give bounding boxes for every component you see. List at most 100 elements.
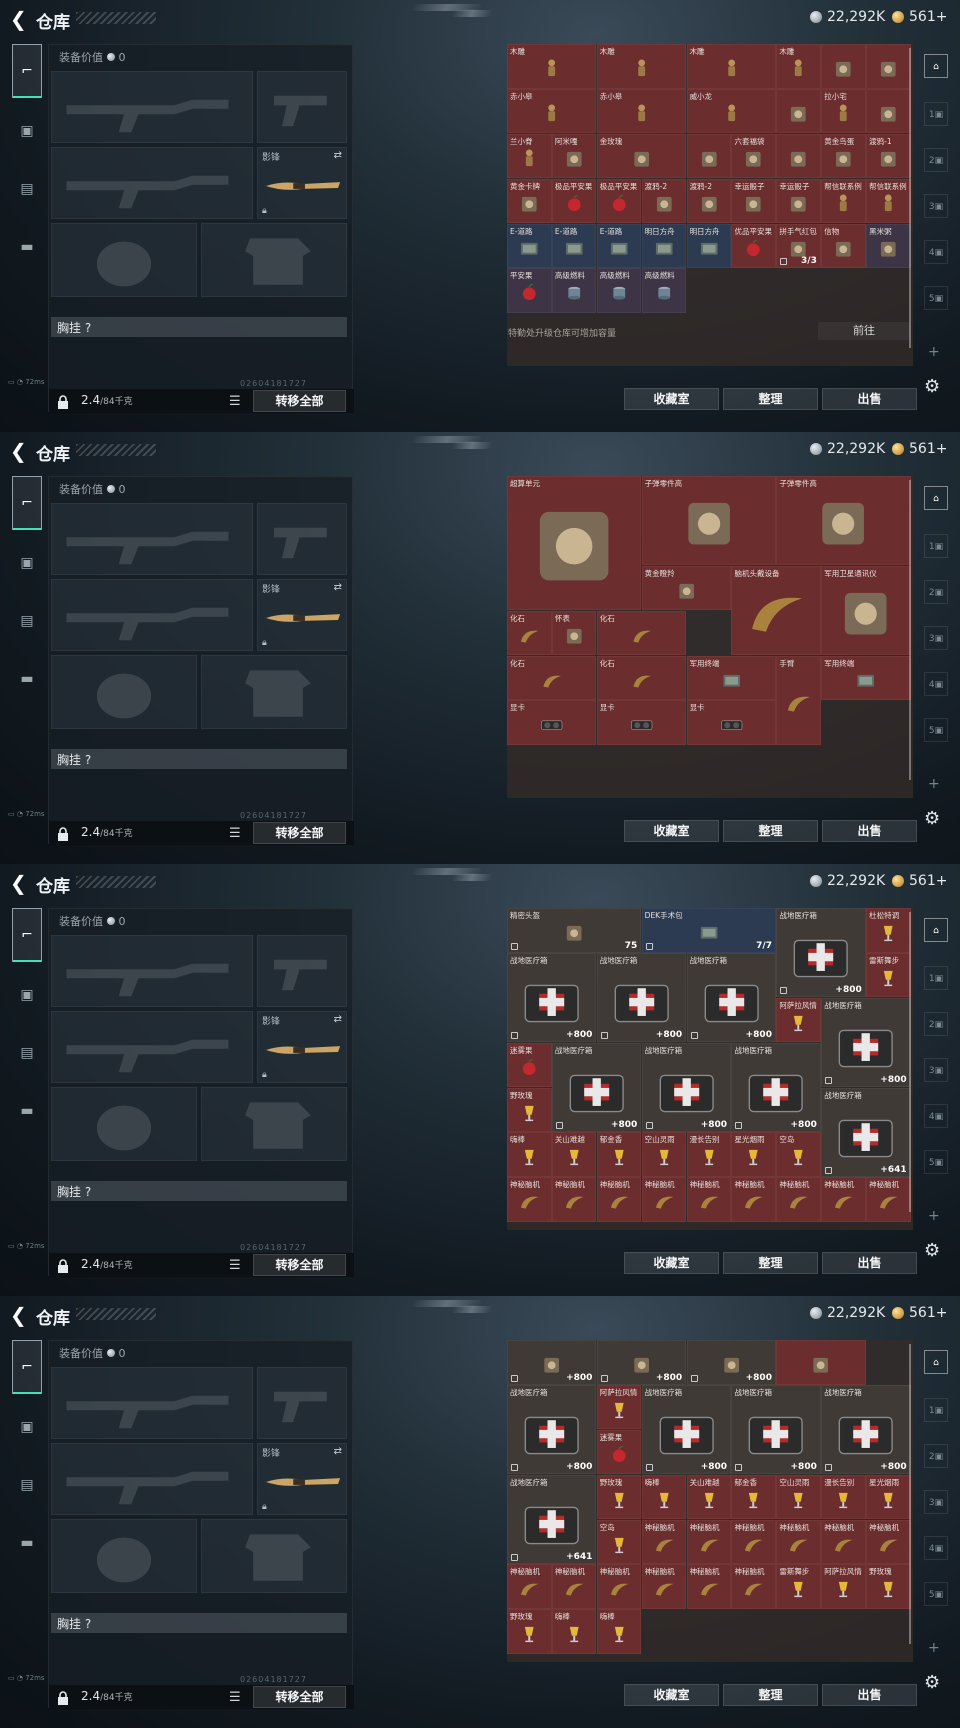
stash-item[interactable]: 神秘脑机	[641, 1519, 687, 1565]
stash-item[interactable]: 神秘脑机	[731, 1564, 776, 1609]
helmet-slot[interactable]	[51, 1087, 197, 1161]
stash-item[interactable]	[776, 133, 821, 179]
back-arrow-icon[interactable]: ❮	[10, 1305, 30, 1325]
stash-tab-5[interactable]: 5▣	[924, 1150, 948, 1174]
stash-tab-4[interactable]: 4▣	[924, 1536, 948, 1560]
stash-item[interactable]: +800	[596, 1340, 687, 1385]
stash-item[interactable]	[776, 1340, 866, 1385]
stash-item[interactable]: 化石	[507, 610, 552, 656]
stash-tab-2[interactable]: 2▣	[924, 580, 948, 604]
collection-button[interactable]: 收藏室	[624, 388, 719, 410]
stash-item[interactable]: 郁金香	[731, 1474, 776, 1520]
stash-item[interactable]: 战地医疗箱 +800	[686, 952, 776, 1043]
nav-bag-tab[interactable]: ▬	[12, 1096, 42, 1126]
stash-item[interactable]: 金玫瑰	[596, 133, 687, 179]
back-arrow-icon[interactable]: ❮	[10, 441, 30, 461]
back-arrow-icon[interactable]: ❮	[10, 9, 30, 29]
nav-weapons-tab[interactable]: ⌐	[12, 1340, 42, 1394]
chest-rig-slot[interactable]: 胸挂 ?	[51, 1181, 347, 1201]
nav-bag-tab[interactable]: ▬	[12, 232, 42, 262]
stash-item[interactable]: 赤小皋	[596, 88, 687, 134]
secondary-weapon-slot[interactable]	[51, 579, 253, 651]
stash-item[interactable]: 空山灵雨	[641, 1132, 687, 1177]
stash-item[interactable]: E-道路	[596, 223, 642, 269]
stash-tab-home-icon[interactable]: ⌂	[924, 486, 948, 510]
stash-item[interactable]: 脑机头戴设备	[731, 565, 821, 656]
stash-item[interactable]: 嗨棒	[551, 1609, 597, 1654]
settings-gear-icon[interactable]: ⚙	[924, 1240, 940, 1261]
stash-item[interactable]: 战地医疗箱 +800	[731, 1384, 821, 1475]
stash-item[interactable]: 神秘脑机	[596, 1564, 642, 1609]
stash-item[interactable]: 阿萨拉风情	[776, 997, 821, 1043]
stash-item[interactable]: 神秘脑机	[821, 1519, 866, 1565]
goto-button[interactable]: 前往	[818, 322, 910, 340]
stash-item[interactable]: 拼手气红包 3/3	[776, 223, 821, 269]
helmet-slot[interactable]	[51, 655, 197, 729]
pistol-slot[interactable]	[257, 1367, 347, 1439]
helmet-slot[interactable]	[51, 223, 197, 297]
stash-item[interactable]: 野玫瑰	[507, 1609, 552, 1654]
swap-icon[interactable]: ⇄	[334, 150, 342, 161]
secondary-weapon-slot[interactable]	[51, 147, 253, 219]
stash-item[interactable]: 战地医疗箱 +800	[821, 997, 911, 1088]
stash-item[interactable]: 木雕	[507, 44, 597, 89]
nav-armor-tab[interactable]: ▣	[12, 548, 42, 578]
nav-armor-tab[interactable]: ▣	[12, 980, 42, 1010]
stash-item[interactable]: 神秘脑机	[731, 1519, 776, 1565]
stash-item[interactable]: E-道路	[551, 223, 597, 269]
add-stash-icon[interactable]: +	[928, 776, 940, 792]
stash-item[interactable]: 怀表	[551, 610, 597, 656]
stash-item[interactable]: 帮信联系例	[866, 178, 911, 224]
stash-item[interactable]: 神秘脑机	[731, 1177, 776, 1222]
stash-item[interactable]: 空山灵雨	[776, 1474, 821, 1520]
stash-item[interactable]: 明日方舟	[641, 223, 687, 269]
collection-button[interactable]: 收藏室	[624, 820, 719, 842]
transfer-all-button[interactable]: 转移全部	[253, 1686, 346, 1708]
secondary-weapon-slot[interactable]	[51, 1443, 253, 1515]
stash-item[interactable]: 子弹零件高	[776, 476, 911, 566]
stash-item[interactable]: 阿萨拉风情	[821, 1564, 866, 1609]
transfer-all-button[interactable]: 转移全部	[253, 390, 346, 412]
stash-item[interactable]: 战地医疗箱 +800	[507, 1384, 597, 1475]
stash-item[interactable]: 军用卫星通讯仪	[821, 565, 911, 656]
stash-scrollbar[interactable]	[909, 912, 911, 1212]
stash-item[interactable]: 战地医疗箱 +800	[641, 1042, 732, 1133]
stash-item[interactable]: 高级燃料	[551, 268, 597, 313]
stash-tab-5[interactable]: 5▣	[924, 718, 948, 742]
collection-button[interactable]: 收藏室	[624, 1684, 719, 1706]
stash-tab-4[interactable]: 4▣	[924, 672, 948, 696]
stash-item[interactable]: 战地医疗箱 +641	[821, 1087, 911, 1177]
stash-item[interactable]: 神秘脑机	[641, 1564, 687, 1609]
chest-rig-slot[interactable]: 胸挂 ?	[51, 1613, 347, 1633]
stash-item[interactable]: 明日方舟	[686, 223, 732, 269]
add-stash-icon[interactable]: +	[928, 1208, 940, 1224]
stash-item[interactable]: 神秘脑机	[686, 1177, 732, 1222]
stash-tab-5[interactable]: 5▣	[924, 286, 948, 310]
primary-weapon-slot[interactable]	[51, 1367, 253, 1439]
organize-button[interactable]: 整理	[723, 1252, 818, 1274]
stash-item[interactable]: 空岛	[776, 1132, 821, 1177]
stash-item[interactable]: 信物	[821, 223, 866, 269]
stash-tab-2[interactable]: 2▣	[924, 148, 948, 172]
stash-item[interactable]: 帮信联系例	[821, 178, 866, 224]
stash-item[interactable]: 幸运骰子	[776, 178, 821, 224]
stash-tab-4[interactable]: 4▣	[924, 1104, 948, 1128]
settings-gear-icon[interactable]: ⚙	[924, 1672, 940, 1693]
stash-item[interactable]: 战地医疗箱 +800	[821, 1384, 911, 1475]
stash-tab-1[interactable]: 1▣	[924, 102, 948, 126]
stash-item[interactable]: 化石	[596, 610, 687, 656]
sell-button[interactable]: 出售	[822, 820, 917, 842]
stash-tab-4[interactable]: 4▣	[924, 240, 948, 264]
stash-item[interactable]: 阿萨拉风情	[596, 1384, 642, 1430]
stash-item[interactable]: 黄金卡牌	[507, 178, 552, 224]
melee-slot[interactable]: 影锋 ⇄ 🔒︎	[257, 1443, 347, 1515]
stash-item[interactable]: 星光烟雨	[731, 1132, 776, 1177]
nav-bag-tab[interactable]: ▬	[12, 1528, 42, 1558]
pistol-slot[interactable]	[257, 503, 347, 575]
settings-gear-icon[interactable]: ⚙	[924, 808, 940, 829]
stash-scrollbar[interactable]	[909, 1344, 911, 1644]
stash-item[interactable]: 木雕	[686, 44, 776, 89]
stash-item[interactable]: +800	[507, 1340, 597, 1385]
stash-item[interactable]: 漫长告别	[821, 1474, 866, 1520]
organize-button[interactable]: 整理	[723, 820, 818, 842]
